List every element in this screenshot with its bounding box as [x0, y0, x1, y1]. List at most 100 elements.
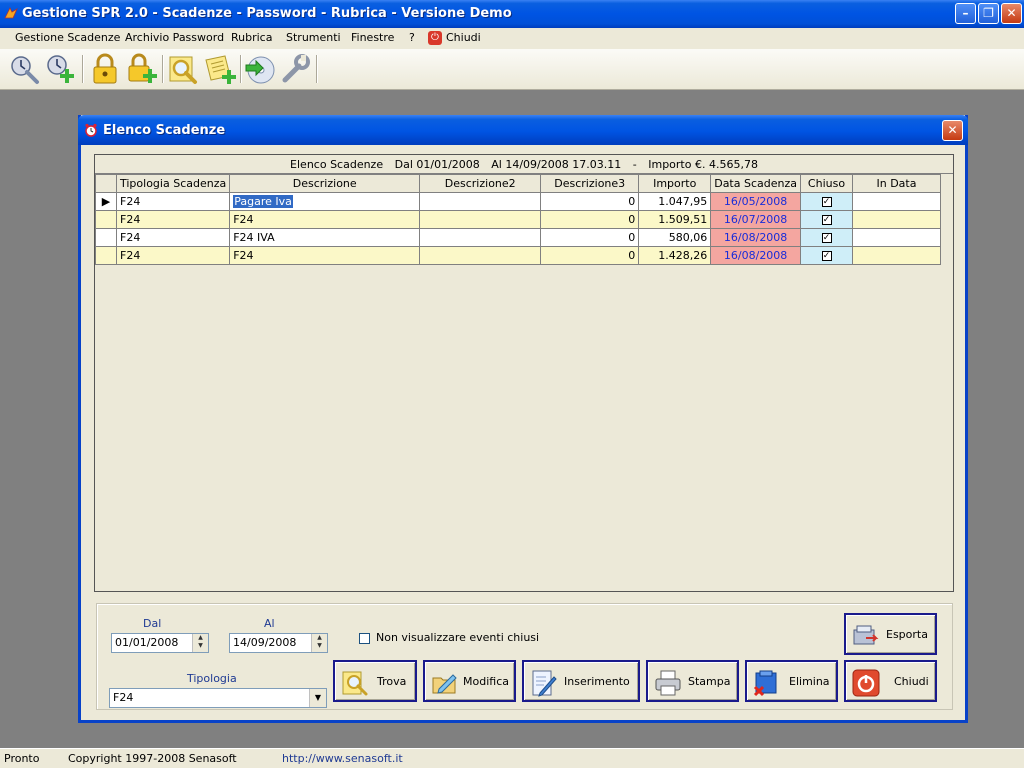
column-header[interactable]: Descrizione2 [419, 174, 542, 193]
column-header[interactable]: In Data [852, 174, 941, 193]
menu-gestione-scadenze[interactable]: Gestione Scadenze [15, 31, 120, 44]
dal-spinner[interactable]: ▲ ▼ [192, 634, 208, 652]
cell-in-data[interactable] [852, 246, 941, 265]
cell-importo[interactable]: 1.428,26 [638, 246, 712, 265]
child-title-bar[interactable]: Elenco Scadenze ✕ [78, 115, 968, 145]
menu-archivio-password[interactable]: Archivio Password [125, 31, 224, 44]
table-header-row: Tipologia Scadenza Descrizione Descrizio… [95, 174, 941, 193]
cell-chiuso[interactable]: ✓ [800, 246, 853, 265]
cell-importo[interactable]: 580,06 [638, 228, 712, 247]
cell-descrizione[interactable]: F24 [229, 210, 421, 229]
minimize-button[interactable]: – [955, 3, 976, 24]
table-row[interactable]: F24 F24 0 1.509,51 16/07/2008 ✓ [95, 210, 941, 229]
caption-separator: - [632, 158, 637, 171]
column-header[interactable]: Tipologia Scadenza [115, 174, 231, 193]
checkbox-box[interactable] [359, 632, 370, 644]
toolbar-backup-button[interactable] [243, 52, 277, 86]
column-header[interactable]: Chiuso [800, 174, 853, 193]
table-row[interactable]: ▶ F24 Pagare Iva 0 1.047,95 16/05/2008 ✓ [95, 192, 941, 211]
cell-tipologia[interactable]: F24 [115, 246, 231, 265]
cell-data-scadenza[interactable]: 16/08/2008 [710, 246, 801, 265]
cell-in-data[interactable] [852, 192, 941, 211]
cell-data-scadenza[interactable]: 16/07/2008 [710, 210, 801, 229]
menu-strumenti[interactable]: Strumenti [286, 31, 341, 44]
cell-descrizione[interactable]: Pagare Iva [229, 192, 421, 211]
cell-importo[interactable]: 1.509,51 [638, 210, 712, 229]
cell-descrizione2[interactable] [419, 192, 542, 211]
power-icon: ⏻ [428, 31, 442, 45]
tipologia-select[interactable]: F24 ▼ [109, 688, 327, 708]
cell-data-scadenza[interactable]: 16/05/2008 [710, 192, 801, 211]
cell-descrizione3[interactable]: 0 [540, 192, 640, 211]
non-visualizzare-checkbox[interactable]: Non visualizzare eventi chiusi [359, 631, 539, 644]
column-header[interactable]: Descrizione [229, 174, 421, 193]
menu-help[interactable]: ? [409, 31, 415, 44]
cell-in-data[interactable] [852, 228, 941, 247]
cell-descrizione2[interactable] [419, 246, 542, 265]
menu-chiudi[interactable]: ⏻ Chiudi [428, 31, 481, 45]
al-spinner[interactable]: ▲ ▼ [311, 634, 327, 652]
cell-descrizione2[interactable] [419, 210, 542, 229]
column-header[interactable]: Importo [638, 174, 712, 193]
restore-button[interactable]: ❐ [978, 3, 999, 24]
dal-date-field[interactable]: 01/01/2008 ▲ ▼ [111, 633, 209, 653]
toolbar-rubrica-nuovo-button[interactable] [203, 52, 237, 86]
dropdown-button[interactable]: ▼ [309, 689, 326, 707]
elimina-button[interactable]: Elimina [745, 660, 838, 702]
cell-importo[interactable]: 1.047,95 [638, 192, 712, 211]
stampa-button[interactable]: Stampa [646, 660, 739, 702]
main-title-bar[interactable]: Gestione SPR 2.0 - Scadenze - Password -… [0, 0, 1024, 28]
cell-in-data[interactable] [852, 210, 941, 229]
al-date-value: 14/09/2008 [233, 636, 297, 649]
scadenze-icon [11, 56, 39, 84]
toolbar-scadenze-button[interactable] [7, 52, 41, 86]
close-button[interactable]: ✕ [1001, 3, 1022, 24]
al-date-field[interactable]: 14/09/2008 ▲ ▼ [229, 633, 328, 653]
toolbar-nuova-scadenza-button[interactable] [44, 52, 78, 86]
chiudi-button[interactable]: Chiudi [844, 660, 937, 702]
trova-button[interactable]: Trova [333, 660, 417, 702]
toolbar-strumenti-button[interactable] [279, 52, 313, 86]
new-document-icon [532, 670, 557, 697]
cell-tipologia[interactable]: F24 [115, 210, 231, 229]
power-icon [852, 669, 880, 697]
cell-tipologia[interactable]: F24 [115, 192, 231, 211]
inserimento-button[interactable]: Inserimento [522, 660, 640, 702]
cell-descrizione[interactable]: F24 [229, 246, 421, 265]
cell-tipologia[interactable]: F24 [115, 228, 231, 247]
toolbar-nuova-password-button[interactable] [125, 52, 159, 86]
toolbar-separator [316, 55, 318, 83]
status-bar: Pronto Copyright 1997-2008 Senasoft http… [0, 748, 1024, 768]
chiuso-checkbox[interactable]: ✓ [821, 233, 832, 243]
cell-chiuso[interactable]: ✓ [800, 192, 853, 211]
table-row[interactable]: F24 F24 IVA 0 580,06 16/08/2008 ✓ [95, 228, 941, 247]
dal-date-value: 01/01/2008 [115, 636, 179, 649]
website-link[interactable]: http://www.senasoft.it [282, 752, 403, 765]
esporta-button[interactable]: Esporta [844, 613, 937, 655]
column-header[interactable]: Descrizione3 [540, 174, 640, 193]
chiuso-checkbox[interactable]: ✓ [821, 215, 832, 225]
cell-chiuso[interactable]: ✓ [800, 210, 853, 229]
cell-descrizione3[interactable]: 0 [540, 210, 640, 229]
cell-data-scadenza[interactable]: 16/08/2008 [710, 228, 801, 247]
cell-descrizione3[interactable]: 0 [540, 228, 640, 247]
menu-rubrica[interactable]: Rubrica [231, 31, 272, 44]
chiuso-checkbox[interactable]: ✓ [821, 251, 832, 261]
chiuso-checkbox[interactable]: ✓ [821, 197, 832, 207]
cell-chiuso[interactable]: ✓ [800, 228, 853, 247]
toolbar [0, 49, 1024, 90]
cell-descrizione[interactable]: F24 IVA [229, 228, 421, 247]
spin-up-icon: ▲ [198, 634, 203, 641]
toolbar-rubrica-cerca-button[interactable] [166, 52, 200, 86]
delete-icon [753, 670, 777, 697]
modifica-button[interactable]: Modifica [423, 660, 516, 702]
cell-descrizione3[interactable]: 0 [540, 246, 640, 265]
cell-descrizione2[interactable] [419, 228, 542, 247]
table-row[interactable]: F24 F24 0 1.428,26 16/08/2008 ✓ [95, 246, 941, 265]
menu-finestre[interactable]: Finestre [351, 31, 394, 44]
column-header[interactable]: Data Scadenza [710, 174, 801, 193]
child-close-button[interactable]: ✕ [942, 120, 963, 141]
toolbar-password-button[interactable] [88, 52, 122, 86]
caption-label: Elenco Scadenze [290, 158, 384, 171]
stampa-label: Stampa [688, 675, 731, 688]
